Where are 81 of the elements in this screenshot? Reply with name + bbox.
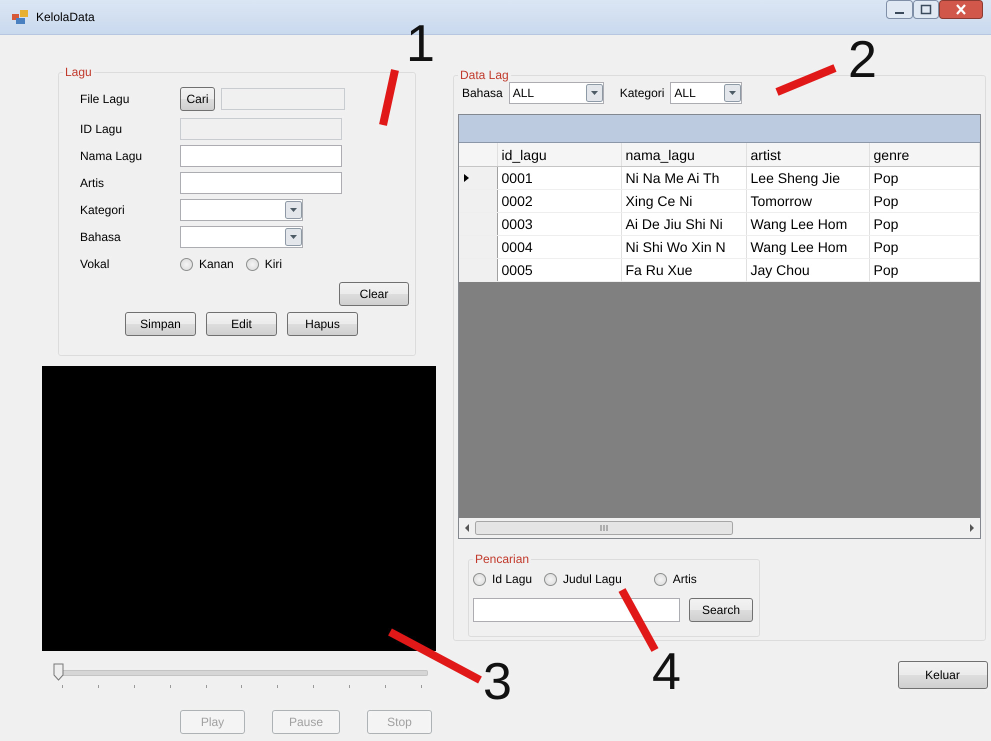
table-cell: Ni Shi Wo Xin N (621, 236, 746, 258)
group-title: Pencarian (473, 552, 532, 566)
radio-label: Kiri (264, 257, 282, 271)
leader-line (775, 64, 837, 96)
input-field[interactable] (180, 172, 342, 194)
radio-label: Id Lagu (492, 572, 532, 586)
annotation-number: 4 (652, 646, 681, 698)
table-cell: Wang Lee Hom (746, 212, 869, 236)
filter-label: Bahasa (462, 86, 503, 100)
window-title: KelolaData (36, 10, 95, 24)
minimize-icon[interactable] (886, 0, 913, 20)
radio-button[interactable] (180, 258, 193, 270)
dropdown-value: ALL (512, 86, 534, 100)
table-cell: Wang Lee Hom (746, 236, 869, 258)
action-button[interactable]: Simpan (125, 312, 196, 336)
table-cell: Xing Ce Ni (621, 190, 746, 212)
radio-button[interactable] (246, 258, 259, 270)
dropdown-field[interactable]: ALL (670, 82, 742, 104)
column-header[interactable]: nama_lagu (621, 143, 746, 166)
group-title: Data Lag (458, 68, 511, 82)
search-button[interactable]: Search (689, 598, 753, 622)
search-field[interactable] (473, 598, 680, 622)
dropdown-field[interactable] (180, 226, 303, 248)
table-cell: 0002 (497, 190, 621, 212)
scroll-thumb[interactable] (475, 520, 733, 536)
table-cell: Ni Na Me Ai Th (621, 166, 746, 190)
radio-label: Kanan (199, 257, 234, 271)
current-row-icon (463, 173, 471, 183)
field-label: Vokal (80, 257, 110, 271)
table-cell: 0005 (497, 258, 621, 282)
table-cell: Fa Ru Xue (621, 258, 746, 282)
exit-button[interactable]: Keluar (898, 661, 988, 689)
maximize-icon[interactable] (913, 0, 939, 20)
annotation-number: 2 (848, 34, 877, 86)
input-field[interactable] (180, 145, 342, 167)
table-cell: Tomorrow (746, 190, 869, 212)
radio-button[interactable] (544, 572, 558, 586)
table-cell: Pop (869, 212, 979, 236)
table-cell: Pop (869, 258, 979, 282)
leader-line (379, 69, 399, 126)
field-label: Bahasa (80, 230, 122, 244)
file-path-field[interactable] (221, 88, 345, 110)
horizontal-scrollbar[interactable] (459, 518, 980, 538)
app-icon (12, 10, 28, 24)
field-label: Kategori (80, 203, 126, 217)
close-icon[interactable] (939, 0, 983, 20)
field-label: Artis (80, 176, 105, 190)
radio-label: Judul Lagu (563, 572, 622, 586)
seek-slider[interactable] (52, 661, 428, 691)
table-cell: Pop (869, 236, 979, 258)
table-cell: Lee Sheng Jie (746, 166, 869, 190)
radio-button[interactable] (473, 572, 486, 586)
dropdown-field[interactable]: ALL (508, 82, 604, 104)
clear-button[interactable]: Clear (339, 282, 409, 306)
filter-label: Kategori (620, 86, 664, 100)
radio-label: Artis (672, 572, 697, 586)
field-label: Nama Lagu (80, 149, 144, 163)
group-title: Lagu (63, 65, 94, 79)
column-header[interactable]: id_lagu (497, 143, 621, 166)
radio-button[interactable] (654, 572, 667, 586)
browse-button[interactable]: Cari (180, 87, 215, 111)
table-cell: Pop (869, 166, 979, 190)
row-header[interactable] (459, 166, 497, 190)
column-header[interactable]: genre (869, 143, 979, 166)
annotation-number: 1 (406, 18, 435, 70)
table-cell: Ai De Jiu Shi Ni (621, 212, 746, 236)
field-label: ID Lagu (80, 122, 124, 136)
action-button[interactable]: Hapus (287, 312, 358, 336)
action-button[interactable]: Edit (206, 312, 277, 336)
field-label: File Lagu (80, 92, 130, 106)
table-cell: 0003 (497, 212, 621, 236)
table-cell: 0004 (497, 236, 621, 258)
dropdown-field[interactable] (180, 199, 303, 221)
leader-line (618, 588, 658, 652)
table-cell: Pop (869, 190, 979, 212)
column-header[interactable]: artist (746, 143, 869, 166)
table-cell: Jay Chou (746, 258, 869, 282)
table-cell: 0001 (497, 166, 621, 190)
dropdown-value: ALL (674, 86, 696, 100)
slider-thumb[interactable] (53, 663, 64, 681)
annotation-number: 3 (483, 656, 512, 708)
